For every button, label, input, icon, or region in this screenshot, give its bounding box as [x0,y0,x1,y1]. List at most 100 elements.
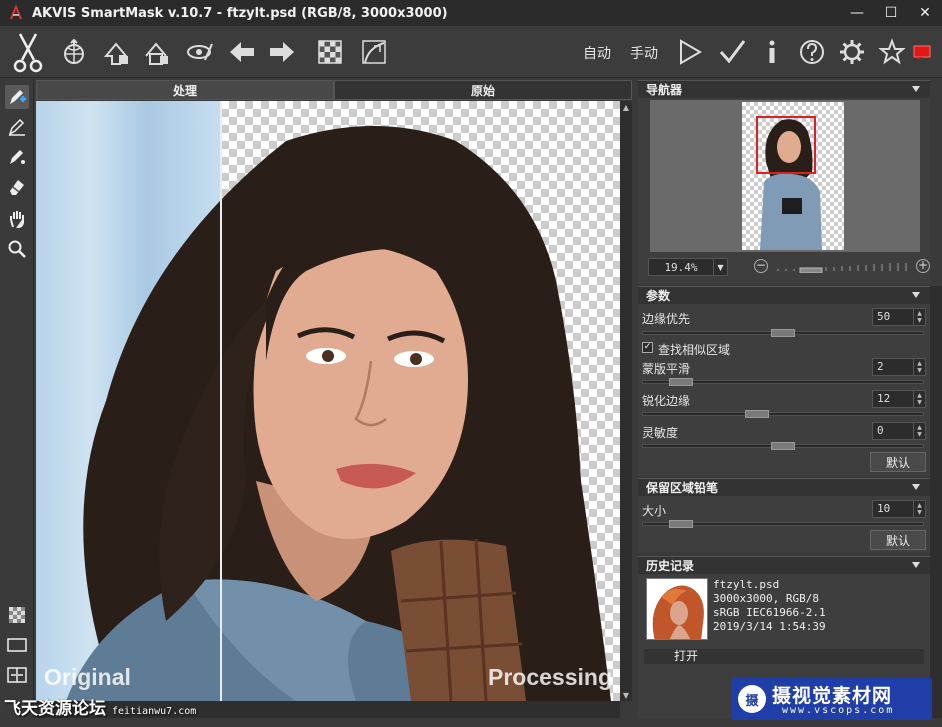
navigator-viewport-frame[interactable] [756,116,816,174]
history-file-info: ftzylt.psd 3000x3000, RGB/8 sRGB IEC6196… [713,578,826,634]
info-icon[interactable] [756,36,788,68]
zoom-slider[interactable] [774,262,914,274]
edge-refine-icon[interactable] [358,36,390,68]
parameters-panel: 参数 边缘优先 50 ▲ ▼ ✓ 查找相似区域 蒙版平滑 2 ▲ ▼ 锐化边缘 12… [638,286,930,476]
navigator-preview[interactable] [650,100,920,252]
main-toolbar: 自动 手动 [0,26,942,78]
checker-background-icon[interactable] [5,603,29,627]
spinner-arrows-icon[interactable]: ▲ ▼ [913,391,925,407]
keep-pencil-title: 保留区域铅笔 [646,481,719,495]
globe-open-icon[interactable] [58,36,90,68]
frame-view-icon[interactable] [5,633,29,657]
sensitivity-input[interactable]: 0 ▲ ▼ [872,422,926,440]
apply-checkmark-icon[interactable] [716,36,748,68]
tab-processed[interactable]: 处理 [36,80,334,100]
zoom-out-icon[interactable]: − [754,259,768,273]
slider-knob[interactable] [771,442,795,450]
magic-pencil-tool-icon[interactable] [5,145,29,169]
sharpen-edge-input[interactable]: 12 ▲ ▼ [872,390,926,408]
params-default-button[interactable]: 默认 [870,452,926,472]
minimize-button[interactable]: — [840,0,874,26]
pencil-size-slider[interactable] [642,520,924,528]
tab-original[interactable]: 原始 [334,80,632,100]
canvas-vertical-scrollbar[interactable]: ▲ ▼ [620,101,632,701]
panel-scrollbar[interactable] [930,286,942,718]
edge-priority-row: 边缘优先 50 ▲ ▼ [642,308,928,326]
pencil-size-row: 大小 10 ▲ ▼ [642,500,928,518]
auto-mode-tab[interactable]: 自动 [583,43,611,63]
scroll-down-arrow-icon[interactable]: ▼ [620,689,632,701]
close-button[interactable]: ✕ [908,0,942,26]
spinner-arrows-icon[interactable]: ▲ ▼ [913,423,925,439]
pencil-size-label: 大小 [642,504,667,518]
hand-tool-icon[interactable] [5,207,29,231]
edge-priority-slider[interactable] [642,329,924,337]
edge-priority-value: 50 [877,310,891,323]
sharpen-edge-slider[interactable] [642,410,924,418]
site-watermark-title: 摄视觉素材网 [772,685,893,707]
eraser-tool-icon[interactable] [5,175,29,199]
split-divider[interactable] [220,101,222,701]
find-similar-checkbox[interactable]: ✓ [642,342,653,353]
mask-smooth-row: 蒙版平滑 2 ▲ ▼ [642,358,928,376]
collapse-caret-icon[interactable] [912,484,920,490]
pencil-default-button[interactable]: 默认 [870,530,926,550]
zoom-dropdown[interactable]: 19.4% ▼ [648,258,728,276]
site-logo-icon: 摄 [738,685,766,713]
forum-watermark-url: feitianwu7.com [112,706,197,717]
keep-pencil-panel: 保留区域铅笔 大小 10 ▲ ▼ 默认 [638,478,930,552]
history-dimensions: 3000x3000, RGB/8 [713,592,819,605]
image-canvas[interactable]: Original Processing [36,101,620,701]
slider-knob[interactable] [771,329,795,337]
redo-arrow-icon[interactable] [266,36,298,68]
collapse-caret-icon[interactable] [912,86,920,92]
collapse-caret-icon[interactable] [912,562,920,568]
export-icon[interactable] [140,36,172,68]
favorites-star-icon[interactable] [876,36,908,68]
mask-smooth-slider[interactable] [642,378,924,386]
spinner-arrows-icon[interactable]: ▲ ▼ [913,359,925,375]
sensitivity-label: 灵敏度 [642,426,679,440]
remove-pencil-tool-icon[interactable] [5,115,29,139]
zoom-in-icon[interactable]: + [916,259,930,273]
sharpen-edge-label: 锐化边缘 [642,394,691,408]
maximize-button[interactable]: ☐ [874,0,908,26]
save-icon[interactable] [100,36,132,68]
find-similar-label: 查找相似区域 [658,343,731,357]
mask-smooth-label: 蒙版平滑 [642,362,691,376]
scroll-up-arrow-icon[interactable]: ▲ [620,101,632,113]
keep-pencil-header[interactable]: 保留区域铅笔 [638,478,930,496]
keep-pencil-tool-icon[interactable] [5,85,29,109]
spinner-arrows-icon[interactable]: ▲ ▼ [913,501,925,517]
view-tabs: 处理 原始 [36,80,632,100]
mask-smooth-input[interactable]: 2 ▲ ▼ [872,358,926,376]
history-thumbnail[interactable] [646,578,708,640]
manual-mode-tab[interactable]: 手动 [630,43,658,63]
slider-knob[interactable] [669,378,693,386]
run-play-icon[interactable] [674,36,706,68]
history-item-open[interactable]: 打开 [644,649,924,664]
title-bar: AKVIS SmartMask v.10.7 - ftzylt.psd (RGB… [0,0,942,26]
forum-watermark: 飞天资源论坛 feitianwu7.com [4,694,196,719]
split-view-icon[interactable] [5,663,29,687]
slider-knob[interactable] [745,410,769,418]
parameters-header[interactable]: 参数 [638,286,930,304]
settings-gear-icon[interactable] [836,36,868,68]
preview-eye-icon[interactable] [184,36,216,68]
edge-priority-input[interactable]: 50 ▲ ▼ [872,308,926,326]
chevron-down-icon[interactable]: ▼ [713,259,727,275]
slider-knob[interactable] [669,520,693,528]
site-watermark-url: www.vscops.com [782,705,895,716]
spinner-arrows-icon[interactable]: ▲ ▼ [913,309,925,325]
sensitivity-slider[interactable] [642,442,924,450]
help-icon[interactable] [796,36,828,68]
background-checker-icon[interactable] [314,36,346,68]
window-title: AKVIS SmartMask v.10.7 - ftzylt.psd (RGB… [32,5,448,21]
navigator-header[interactable]: 导航器 [638,80,930,98]
collapse-caret-icon[interactable] [912,292,920,298]
undo-arrow-icon[interactable] [226,36,258,68]
pencil-size-input[interactable]: 10 ▲ ▼ [872,500,926,518]
notification-icon[interactable] [910,36,934,68]
zoom-tool-icon[interactable] [5,237,29,261]
history-header[interactable]: 历史记录 [638,556,930,574]
